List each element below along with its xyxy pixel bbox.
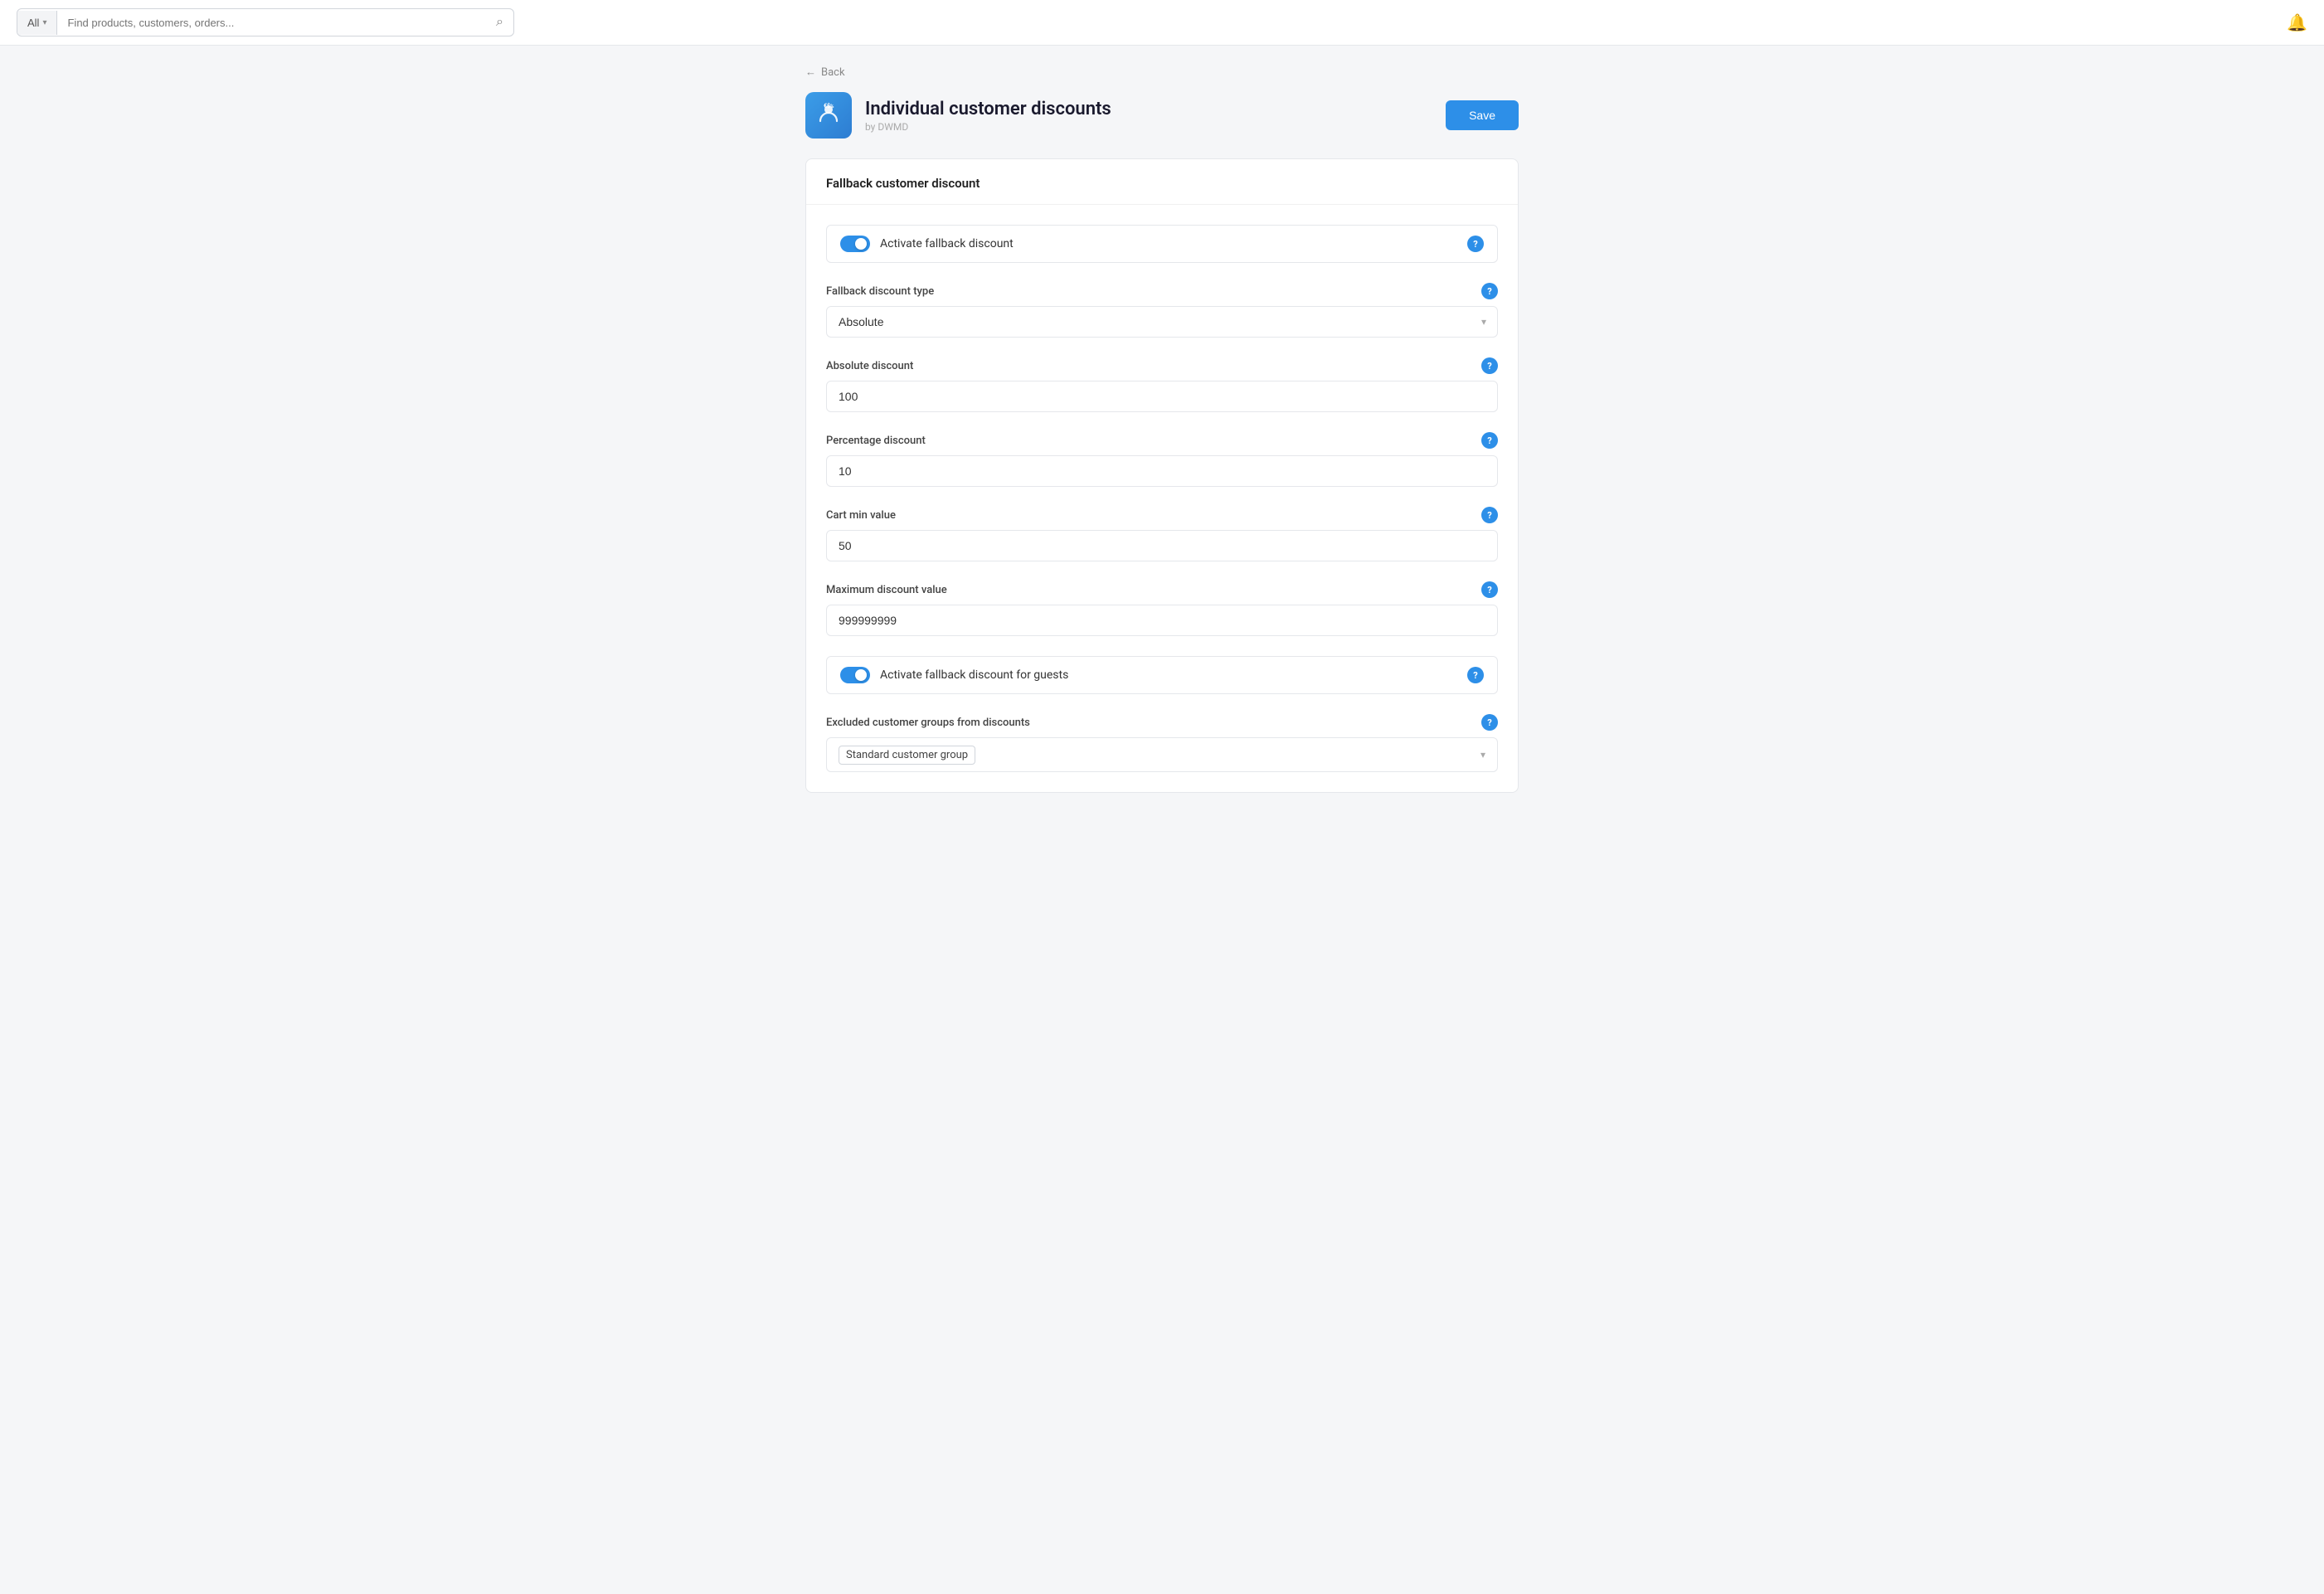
- fallback-type-select[interactable]: Absolute Percentage: [826, 306, 1498, 338]
- max-discount-row: Maximum discount value ?: [826, 581, 1498, 636]
- card-body: Activate fallback discount ? Fallback di…: [806, 205, 1518, 792]
- excluded-groups-row: Excluded customer groups from discounts …: [826, 714, 1498, 772]
- excluded-groups-label-row: Excluded customer groups from discounts …: [826, 714, 1498, 731]
- cart-min-label: Cart min value: [826, 509, 896, 522]
- search-filter-chevron: ▾: [42, 18, 46, 27]
- percentage-discount-row: Percentage discount ?: [826, 432, 1498, 487]
- back-arrow-icon: ←: [805, 66, 816, 79]
- absolute-discount-label: Absolute discount: [826, 360, 913, 372]
- fallback-type-select-wrapper: Absolute Percentage ▾: [826, 306, 1498, 338]
- activate-fallback-help-icon[interactable]: ?: [1467, 236, 1484, 252]
- excluded-group-tag-label: Standard customer group: [846, 749, 968, 761]
- cart-min-help-icon[interactable]: ?: [1481, 507, 1498, 523]
- percentage-discount-help-icon[interactable]: ?: [1481, 432, 1498, 449]
- search-filter-label: All: [27, 17, 39, 29]
- excluded-groups-chevron-icon: ▾: [1480, 749, 1485, 761]
- cart-min-label-row: Cart min value ?: [826, 507, 1498, 523]
- toggle-guests-thumb: [855, 669, 867, 681]
- activate-guests-toggle[interactable]: [840, 667, 870, 683]
- fallback-type-label-row: Fallback discount type ?: [826, 283, 1498, 299]
- absolute-discount-row: Absolute discount ?: [826, 357, 1498, 412]
- top-navigation: All ▾ ⌕ 🔔: [0, 0, 2324, 46]
- fallback-type-help-icon[interactable]: ?: [1481, 283, 1498, 299]
- back-label: Back: [821, 66, 845, 79]
- percentage-discount-label-row: Percentage discount ?: [826, 432, 1498, 449]
- search-bar: All ▾ ⌕: [17, 8, 514, 36]
- excluded-group-tag: Standard customer group: [839, 746, 975, 765]
- page-header-left: €$ % Individual customer discounts by DW…: [805, 92, 1111, 139]
- page-header: €$ % Individual customer discounts by DW…: [805, 92, 1519, 139]
- excluded-groups-help-icon[interactable]: ?: [1481, 714, 1498, 731]
- page-title: Individual customer discounts: [865, 99, 1111, 119]
- toggle-track: [840, 236, 870, 252]
- percentage-discount-label: Percentage discount: [826, 435, 926, 447]
- activate-fallback-toggle[interactable]: [840, 236, 870, 252]
- search-icon: ⌕: [496, 15, 503, 29]
- activate-guests-help-icon[interactable]: ?: [1467, 667, 1484, 683]
- activate-guests-label: Activate fallback discount for guests: [880, 668, 1068, 682]
- card-header: Fallback customer discount: [806, 159, 1518, 205]
- max-discount-input[interactable]: [826, 605, 1498, 636]
- fallback-type-row: Fallback discount type ? Absolute Percen…: [826, 283, 1498, 338]
- cart-min-row: Cart min value ?: [826, 507, 1498, 561]
- activate-fallback-label: Activate fallback discount: [880, 237, 1014, 250]
- activate-guests-row: Activate fallback discount for guests ?: [826, 656, 1498, 694]
- fallback-type-label: Fallback discount type: [826, 285, 934, 298]
- notifications-button[interactable]: 🔔: [2287, 12, 2307, 33]
- page-subtitle: by DWMD: [865, 121, 1111, 133]
- svg-text:€$: €$: [824, 103, 830, 109]
- search-filter-button[interactable]: All ▾: [17, 11, 57, 35]
- cart-min-input[interactable]: [826, 530, 1498, 561]
- toggle-guests-track: [840, 667, 870, 683]
- save-button[interactable]: Save: [1446, 100, 1519, 130]
- percentage-discount-input[interactable]: [826, 455, 1498, 487]
- toggle-thumb: [855, 238, 867, 250]
- card-title: Fallback customer discount: [826, 176, 1498, 191]
- absolute-discount-label-row: Absolute discount ?: [826, 357, 1498, 374]
- search-submit-button[interactable]: ⌕: [486, 9, 513, 36]
- plugin-icon: €$ %: [805, 92, 852, 139]
- excluded-groups-input[interactable]: Standard customer group ▾: [826, 737, 1498, 772]
- absolute-discount-input[interactable]: [826, 381, 1498, 412]
- excluded-groups-label: Excluded customer groups from discounts: [826, 717, 1030, 729]
- bell-icon: 🔔: [2287, 14, 2307, 32]
- activate-guests-label-group: Activate fallback discount for guests: [840, 667, 1068, 683]
- absolute-discount-help-icon[interactable]: ?: [1481, 357, 1498, 374]
- activate-fallback-row: Activate fallback discount ?: [826, 225, 1498, 263]
- main-card: Fallback customer discount Activate fall…: [805, 158, 1519, 793]
- back-link[interactable]: ← Back: [805, 66, 1519, 79]
- search-input[interactable]: [57, 11, 486, 35]
- max-discount-label: Maximum discount value: [826, 584, 947, 596]
- plugin-icon-text: €$ %: [815, 100, 842, 131]
- max-discount-help-icon[interactable]: ?: [1481, 581, 1498, 598]
- page-container: ← Back €$ % Individual customer discount…: [789, 46, 1535, 813]
- svg-text:%: %: [830, 104, 834, 109]
- activate-fallback-label-group: Activate fallback discount: [840, 236, 1014, 252]
- max-discount-label-row: Maximum discount value ?: [826, 581, 1498, 598]
- page-title-group: Individual customer discounts by DWMD: [865, 99, 1111, 133]
